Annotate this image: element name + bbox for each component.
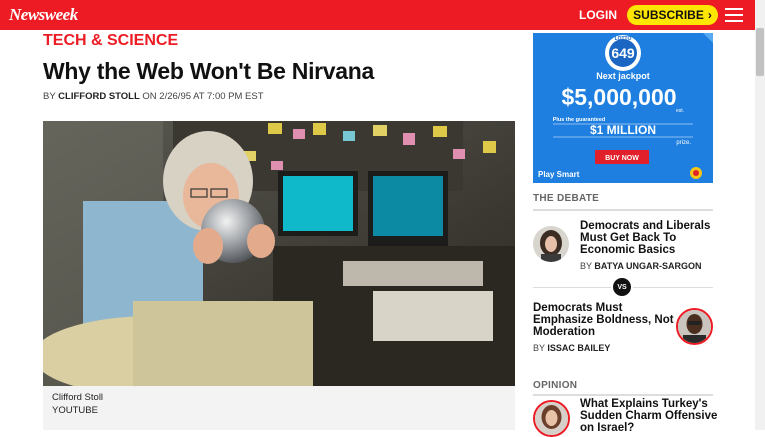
author-link-batya[interactable]: BATYA UNGAR-SARGON <box>594 261 701 271</box>
chevron-right-icon: › <box>707 8 712 22</box>
scrollbar-thumb[interactable] <box>756 28 764 76</box>
article-section[interactable]: TECH & SCIENCE <box>43 32 178 50</box>
debate-article-1-title[interactable]: Democrats and Liberals Must Get Back To … <box>580 220 710 256</box>
vs-badge: VS <box>613 278 631 296</box>
hamburger-menu-icon[interactable] <box>725 8 743 22</box>
ad-jackpot-est: est. <box>676 108 684 114</box>
lotto-advertisement[interactable]: LOTTO 649 Next jackpot $5,000,000 est. P… <box>533 33 713 183</box>
vs-line-left <box>533 287 611 288</box>
image-caption-box: Clifford Stoll YOUTUBE <box>43 386 515 430</box>
author-link-issac[interactable]: ISSAC BAILEY <box>547 343 610 353</box>
subscribe-label: SUBSCRIBE <box>633 8 704 22</box>
debate-heading: THE DEBATE <box>533 193 600 204</box>
ad-next-jackpot: Next jackpot <box>596 71 650 81</box>
ad-brand: 649 <box>611 45 635 61</box>
avatar-issac[interactable] <box>676 308 713 345</box>
opinion-article-1-title[interactable]: What Explains Turkey's Sudden Charm Offe… <box>580 398 717 434</box>
newsweek-logo[interactable]: Newsweek <box>9 5 78 25</box>
ad-buy-now-button[interactable]: BUY NOW <box>605 155 639 162</box>
ad-prize: $1 MILLION <box>590 123 656 137</box>
byline-date: ON 2/26/95 AT 7:00 PM EST <box>142 91 264 102</box>
ad-footer: Play Smart <box>538 170 580 179</box>
debate-article-1-author: BY BATYA UNGAR-SARGON <box>580 261 702 271</box>
avatar-batya[interactable] <box>533 226 569 262</box>
article-byline: BY CLIFFORD STOLL ON 2/26/95 AT 7:00 PM … <box>43 91 264 102</box>
author-link[interactable]: CLIFFORD STOLL <box>58 91 140 102</box>
image-caption: Clifford Stoll <box>52 392 104 403</box>
ad-jackpot-amount: $5,000,000 <box>561 84 676 110</box>
byline-prefix: BY <box>43 91 56 102</box>
debate-article-2-title[interactable]: Democrats Must Emphasize Boldness, Not M… <box>533 302 674 338</box>
debate-article-2-author: BY ISSAC BAILEY <box>533 343 611 353</box>
login-link[interactable]: LOGIN <box>579 8 617 22</box>
ad-brand-top: LOTTO <box>615 36 632 42</box>
opinion-divider <box>533 394 713 396</box>
article-title: Why the Web Won't Be Nirvana <box>43 58 375 84</box>
avatar-opinion-author[interactable] <box>533 400 570 437</box>
article-hero-image[interactable] <box>43 121 515 386</box>
debate-divider <box>533 209 713 211</box>
subscribe-button[interactable]: SUBSCRIBE › <box>627 5 718 25</box>
site-header: Newsweek LOGIN SUBSCRIBE › <box>0 0 755 30</box>
page-scrollbar[interactable] <box>755 0 765 430</box>
ad-prize-suffix: prize. <box>676 140 691 146</box>
image-credit: YOUTUBE <box>52 405 98 416</box>
vs-line-right <box>633 287 713 288</box>
opinion-heading: OPINION <box>533 380 578 391</box>
